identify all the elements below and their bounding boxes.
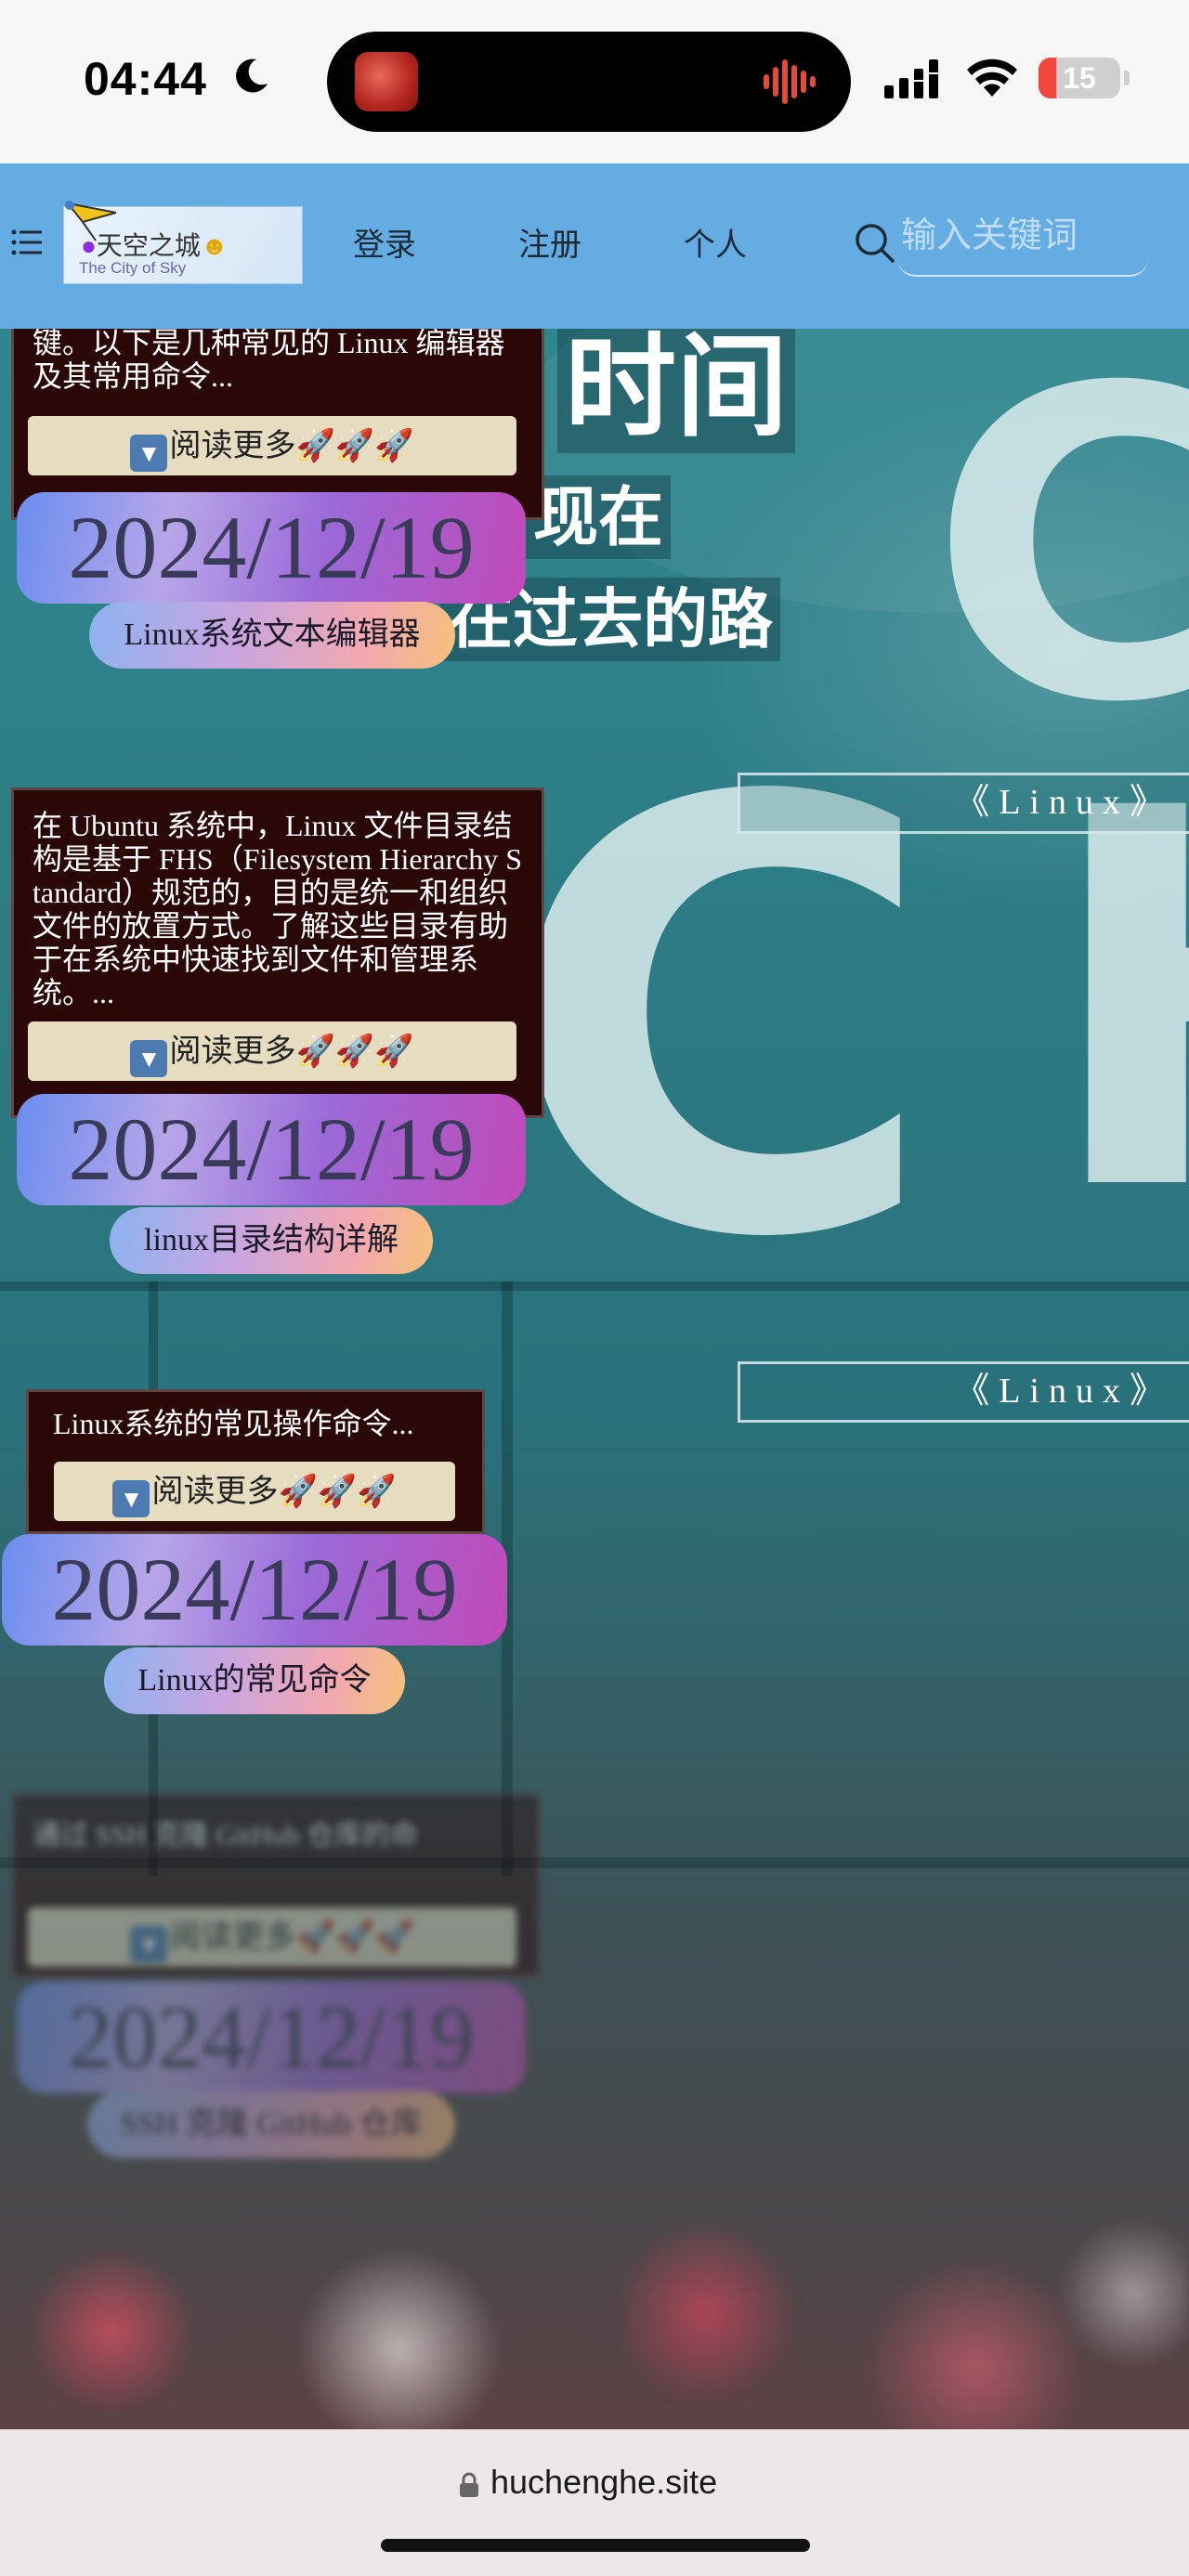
wifi-icon	[967, 59, 1017, 97]
read-more-label: 阅读更多🚀🚀🚀	[151, 1474, 397, 1509]
dynamic-island[interactable]	[327, 32, 851, 132]
post-title-link[interactable]: Linux系统文本编辑器	[89, 602, 455, 669]
search-icon[interactable]	[853, 221, 895, 264]
battery-tip	[1124, 71, 1130, 85]
hero-line-1: 时间	[557, 323, 795, 453]
lock-icon	[460, 2472, 478, 2497]
battery-indicator: 15	[1039, 58, 1120, 98]
page-url[interactable]: huchenghe.site	[490, 2463, 717, 2502]
down-arrow-icon: ▼	[130, 435, 168, 472]
status-time: 04:44	[84, 53, 207, 105]
hamburger-menu-icon[interactable]	[11, 228, 43, 256]
post-title-link[interactable]: SSH 克隆 GitHub 仓库	[87, 2091, 455, 2158]
girl-emoji-icon: ●	[81, 231, 97, 260]
post-title-link[interactable]: linux目录结构详解	[110, 1207, 433, 1274]
audio-waveform-icon	[764, 59, 816, 104]
post-excerpt: Linux系统的常见操作命令...	[53, 1407, 414, 1440]
post-date: 2024/12/19	[2, 1534, 507, 1646]
read-more-button[interactable]: ▼ 阅读更多🚀🚀🚀	[28, 1907, 516, 1967]
moon-icon	[236, 59, 268, 93]
top-navigation: ●天空之城☻ The City of Sky 登录 注册 个人	[0, 163, 1189, 329]
background-frame-line	[0, 1281, 1189, 1291]
search-input[interactable]	[897, 197, 1148, 277]
post-excerpt: 通过 SSH 克隆 GitHub 仓库的命	[33, 1820, 419, 1851]
post-card-faded: 通过 SSH 克隆 GitHub 仓库的命 ▼ 阅读更多🚀🚀🚀 2024/12/1…	[0, 1792, 557, 2164]
home-indicator[interactable]	[381, 2539, 810, 2552]
logo-subtitle: The City of Sky	[79, 259, 187, 277]
now-playing-artwork[interactable]	[355, 52, 418, 111]
read-more-button[interactable]: ▼ 阅读更多🚀🚀🚀	[28, 1021, 516, 1081]
background-letter-c-top: C	[929, 299, 1189, 796]
post-date: 2024/12/19	[17, 492, 526, 604]
browser-address-bar[interactable]: huchenghe.site	[0, 2429, 1189, 2576]
read-more-label: 阅读更多🚀🚀🚀	[169, 1919, 414, 1955]
logo-title: ●天空之城☻	[81, 226, 228, 263]
read-more-label: 阅读更多🚀🚀🚀	[169, 428, 414, 463]
nav-link-register[interactable]: 注册	[518, 219, 581, 265]
cellular-signal-icon	[884, 59, 938, 98]
read-more-button[interactable]: ▼ 阅读更多🚀🚀🚀	[28, 416, 516, 475]
post-title-link[interactable]: Linux的常见命令	[104, 1647, 405, 1714]
site-logo[interactable]: ●天空之城☻ The City of Sky	[63, 201, 303, 284]
post-date: 2024/12/19	[17, 1094, 526, 1205]
post-excerpt: 在 Ubuntu 系统中，Linux 文件目录结构是基于 FHS（Filesys…	[33, 809, 523, 1009]
nav-link-profile[interactable]: 个人	[684, 219, 747, 265]
hero-line-2: 现在	[526, 475, 671, 559]
read-more-button[interactable]: ▼ 阅读更多🚀🚀🚀	[54, 1462, 455, 1521]
post-tag[interactable]: 《Linux》	[738, 1361, 1189, 1423]
logo-title-text: 天空之城	[96, 231, 201, 260]
star-struck-emoji-icon: ☻	[200, 231, 229, 260]
read-more-label: 阅读更多🚀🚀🚀	[169, 1034, 414, 1069]
down-arrow-icon: ▼	[130, 1926, 168, 1963]
down-arrow-icon: ▼	[112, 1480, 150, 1517]
battery-percentage: 15	[1063, 61, 1096, 95]
status-bar: 04:44 15	[0, 0, 1189, 163]
post-tag[interactable]: 《Linux》	[738, 773, 1189, 834]
nav-link-login[interactable]: 登录	[353, 219, 416, 265]
down-arrow-icon: ▼	[130, 1040, 168, 1077]
post-date: 2024/12/19	[17, 1982, 526, 2093]
